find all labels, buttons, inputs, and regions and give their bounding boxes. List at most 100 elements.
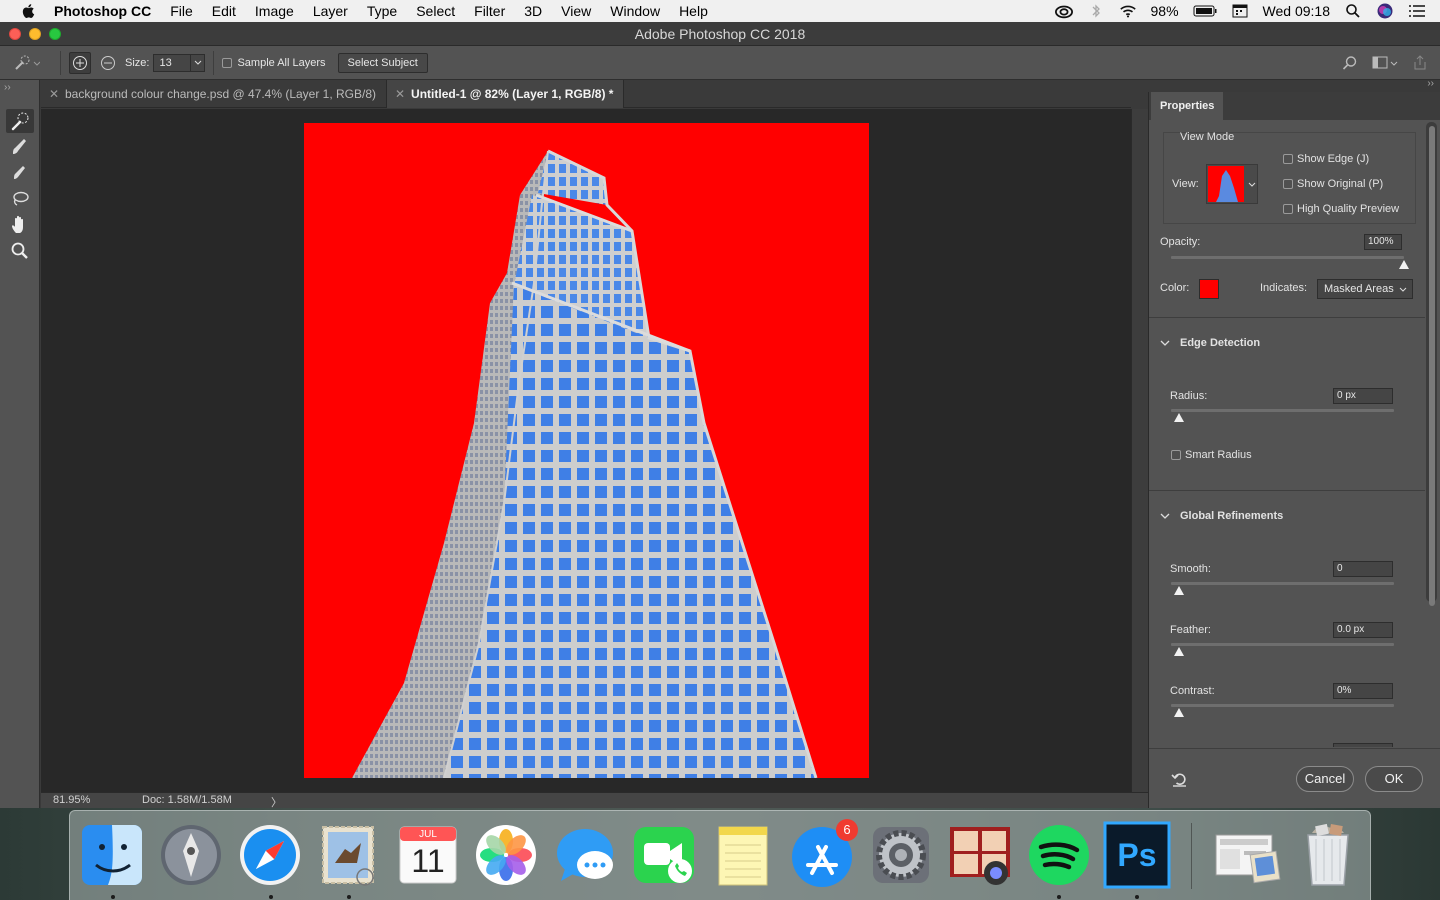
workspace-switcher-icon[interactable] (1372, 55, 1398, 71)
smooth-slider-track[interactable] (1171, 582, 1394, 585)
contrast-slider-track[interactable] (1171, 704, 1394, 707)
canvas-vertical-scrollbar[interactable] (1131, 109, 1148, 792)
opacity-input[interactable]: 100% (1364, 234, 1402, 250)
document-tab-background-colour-change[interactable]: ✕ background colour change.psd @ 47.4% (… (41, 80, 388, 108)
apple-logo-icon[interactable] (20, 2, 38, 20)
minimize-window-button[interactable] (29, 28, 41, 40)
menu-select[interactable]: Select (416, 3, 455, 19)
collapse-panels-icon[interactable]: ›› (1427, 78, 1434, 89)
menubar-clock[interactable]: Wed 09:18 (1263, 3, 1330, 19)
opacity-slider-thumb[interactable] (1399, 260, 1409, 269)
zoom-window-button[interactable] (49, 28, 61, 40)
close-tab-icon[interactable]: ✕ (49, 80, 59, 108)
contrast-input[interactable]: 0% (1333, 683, 1393, 699)
add-to-selection-button[interactable] (69, 51, 91, 74)
contrast-slider-thumb[interactable] (1174, 708, 1184, 717)
app-store-icon[interactable]: 6 (788, 819, 858, 889)
battery-icon[interactable] (1193, 5, 1217, 17)
radius-slider-thumb[interactable] (1174, 413, 1184, 422)
feather-slider-track[interactable] (1171, 643, 1394, 646)
document-canvas[interactable] (304, 123, 869, 778)
edge-detection-collapse-icon[interactable] (1160, 339, 1170, 347)
smooth-input[interactable]: 0 (1333, 561, 1393, 577)
panel-scrollbar-thumb[interactable] (1429, 126, 1435, 606)
creative-cloud-icon[interactable] (1054, 3, 1073, 19)
photos-icon[interactable] (472, 821, 540, 889)
select-subject-button[interactable]: Select Subject (337, 52, 428, 73)
brush-size-dropdown[interactable] (191, 53, 206, 72)
smart-radius-label: Smart Radius (1185, 449, 1252, 461)
brush-size-input[interactable]: 13 (153, 53, 192, 72)
close-window-button[interactable] (9, 28, 21, 40)
high-quality-preview-checkbox[interactable] (1283, 204, 1293, 214)
menu-3d[interactable]: 3D (524, 3, 542, 19)
close-tab-icon[interactable]: ✕ (395, 80, 405, 108)
facetime-icon[interactable] (630, 821, 698, 889)
mail-icon[interactable] (315, 821, 383, 889)
lasso-tool[interactable] (6, 187, 34, 211)
hand-tool[interactable] (6, 213, 34, 237)
photoshop-icon[interactable]: Ps (1103, 821, 1171, 889)
refine-edge-brush-tool[interactable] (6, 135, 34, 159)
zoom-tool[interactable] (6, 239, 34, 263)
tool-preset-picker[interactable] (0, 54, 52, 72)
opacity-slider-track[interactable] (1171, 256, 1404, 259)
trash-icon[interactable] (1294, 821, 1362, 889)
smooth-slider-thumb[interactable] (1174, 586, 1184, 595)
photo-booth-icon[interactable] (946, 821, 1014, 889)
menu-layer[interactable]: Layer (313, 3, 348, 19)
calendar-icon[interactable]: JUL 11 (394, 821, 462, 889)
downloads-stack-icon[interactable] (1214, 821, 1282, 889)
global-refinements-title[interactable]: Global Refinements (1180, 510, 1283, 522)
menu-view[interactable]: View (561, 3, 591, 19)
show-edge-checkbox[interactable] (1283, 154, 1293, 164)
brush-tool[interactable] (6, 161, 34, 185)
app-menu-photoshop[interactable]: Photoshop CC (54, 3, 151, 19)
canvas-area[interactable] (41, 109, 1131, 792)
global-refinements-collapse-icon[interactable] (1160, 512, 1170, 520)
calendar-menu-icon[interactable] (1231, 3, 1249, 19)
wifi-icon[interactable] (1119, 3, 1137, 19)
feather-slider-thumb[interactable] (1174, 647, 1184, 656)
launchpad-icon[interactable] (157, 821, 225, 889)
reset-icon[interactable] (1171, 770, 1189, 788)
indicates-dropdown[interactable]: Masked Areas (1317, 279, 1413, 299)
ok-button[interactable]: OK (1365, 766, 1423, 792)
search-icon[interactable] (1342, 55, 1358, 71)
document-tab-untitled-1[interactable]: ✕ Untitled-1 @ 82% (Layer 1, RGB/8) * (387, 80, 625, 108)
menu-type[interactable]: Type (367, 3, 397, 19)
share-icon[interactable] (1412, 55, 1428, 71)
edge-detection-title[interactable]: Edge Detection (1180, 337, 1260, 349)
menu-file[interactable]: File (170, 3, 193, 19)
notification-center-icon[interactable] (1408, 3, 1426, 19)
cancel-button[interactable]: Cancel (1296, 766, 1354, 792)
radius-input[interactable]: 0 px (1333, 388, 1393, 404)
notes-icon[interactable] (709, 821, 777, 889)
bluetooth-icon[interactable] (1087, 3, 1105, 19)
radius-slider-track[interactable] (1171, 409, 1394, 412)
view-mode-picker[interactable] (1206, 164, 1258, 204)
running-indicator (111, 895, 115, 899)
zoom-level[interactable]: 81.95% (53, 794, 90, 806)
overlay-color-swatch[interactable] (1199, 279, 1219, 299)
spotlight-search-icon[interactable] (1344, 3, 1362, 19)
subtract-from-selection-button[interactable] (97, 52, 119, 74)
finder-icon[interactable] (78, 821, 146, 889)
spotify-icon[interactable] (1025, 821, 1093, 889)
siri-icon[interactable] (1376, 3, 1394, 19)
show-original-checkbox[interactable] (1283, 179, 1293, 189)
menu-window[interactable]: Window (610, 3, 660, 19)
smart-radius-checkbox[interactable] (1171, 450, 1181, 460)
sample-all-layers-checkbox[interactable] (222, 57, 233, 68)
collapse-toolbar-icon[interactable]: ›› (4, 82, 11, 93)
safari-icon[interactable] (236, 821, 304, 889)
messages-icon[interactable] (551, 821, 619, 889)
menu-filter[interactable]: Filter (474, 3, 505, 19)
quick-selection-tool[interactable] (6, 109, 34, 133)
menu-edit[interactable]: Edit (212, 3, 236, 19)
tab-properties[interactable]: Properties (1151, 92, 1224, 120)
feather-input[interactable]: 0.0 px (1333, 622, 1393, 638)
menu-help[interactable]: Help (679, 3, 708, 19)
system-preferences-icon[interactable] (867, 821, 935, 889)
menu-image[interactable]: Image (255, 3, 294, 19)
